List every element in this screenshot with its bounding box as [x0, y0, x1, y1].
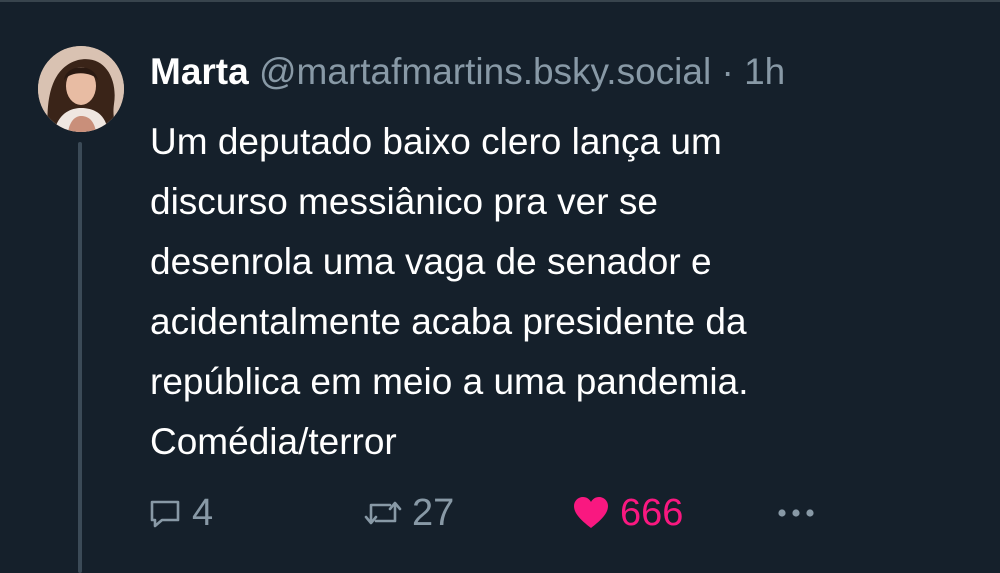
display-name[interactable]: Marta: [150, 51, 249, 92]
more-icon: [776, 507, 816, 519]
tweet-text-line: desenrola uma vaga de senador e: [150, 241, 712, 282]
tweet-header: Marta @martafmartins.bsky.social · 1h: [150, 50, 785, 94]
action-bar: 4 27 666: [148, 488, 848, 538]
heart-icon: [572, 496, 610, 530]
tweet-text: Um deputado baixo clero lança um discurs…: [150, 112, 950, 472]
tweet-text-line: discurso messiânico pra ver se: [150, 181, 658, 222]
tweet-text-line: república em meio a uma pandemia.: [150, 361, 749, 402]
top-divider: [0, 0, 1000, 2]
retweet-icon: [364, 496, 402, 530]
avatar[interactable]: [38, 46, 124, 132]
retweet-count: 27: [412, 491, 455, 534]
reply-count: 4: [192, 491, 214, 534]
comment-icon: [148, 496, 182, 530]
timestamp[interactable]: 1h: [744, 51, 785, 92]
thread-line: [78, 142, 82, 573]
separator-dot: ·: [721, 51, 734, 92]
retweet-button[interactable]: 27: [364, 488, 454, 538]
more-options-button[interactable]: [776, 488, 826, 538]
like-button[interactable]: 666: [572, 488, 683, 538]
tweet-text-line: Um deputado baixo clero lança um: [150, 121, 722, 162]
tweet-text-line: Comédia/terror: [150, 421, 397, 462]
like-count: 666: [620, 491, 684, 534]
tweet-text-line: acidentalmente acaba presidente da: [150, 301, 747, 342]
user-handle[interactable]: @martafmartins.bsky.social: [259, 51, 711, 92]
avatar-image: [38, 46, 124, 132]
reply-button[interactable]: 4: [148, 488, 213, 538]
